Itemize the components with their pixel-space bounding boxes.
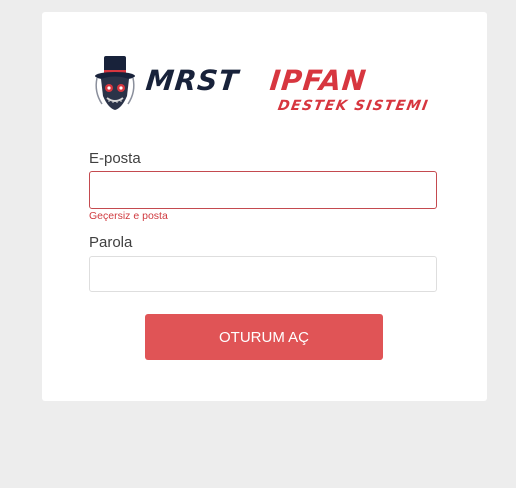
email-label: E-posta — [89, 150, 141, 167]
password-field[interactable] — [89, 256, 437, 292]
brand-name-part2: IPFAN — [268, 64, 369, 97]
brand-logo: MRST IPFAN DESTEK SISTEMI — [90, 52, 440, 116]
top-hat-skull-icon — [95, 56, 135, 110]
email-field[interactable] — [89, 171, 437, 209]
login-card: MRST IPFAN DESTEK SISTEMI E-posta Geçers… — [42, 12, 487, 401]
brand-subtitle: DESTEK SISTEMI — [276, 98, 431, 114]
brand-name-part1: MRST — [144, 64, 241, 97]
email-error-message: Geçersiz e posta — [89, 210, 168, 222]
login-button[interactable]: OTURUM AÇ — [145, 314, 383, 360]
password-label: Parola — [89, 234, 133, 251]
